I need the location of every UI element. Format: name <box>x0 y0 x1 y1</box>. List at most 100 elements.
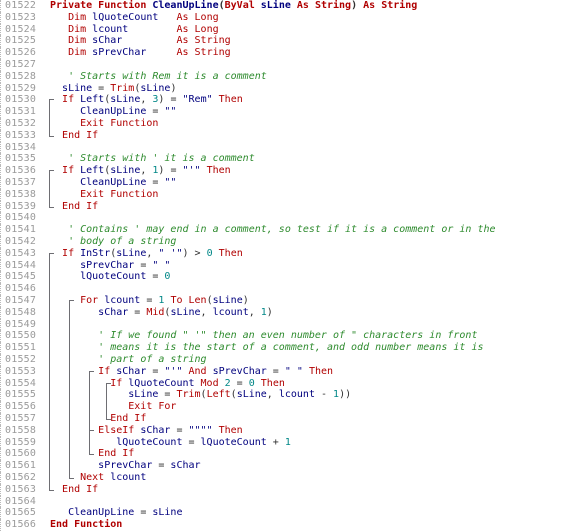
code-line[interactable]: 01565 CleanUpLine = sLine <box>0 507 562 520</box>
code-line[interactable]: 01542 ' body of a string <box>0 236 562 248</box>
code-line[interactable]: 01531 CleanUpLine = "" <box>0 106 562 118</box>
code-text[interactable]: If Left(sLine, 1) = "'" Then <box>62 165 231 177</box>
code-text[interactable]: End If <box>62 201 98 213</box>
code-line[interactable]: 01529 sLine = Trim(sLine) <box>0 82 562 95</box>
code-text[interactable]: sChar = Mid(sLine, lcount, 1) <box>98 307 273 319</box>
code-text[interactable]: End If <box>62 484 98 496</box>
code-line[interactable]: 01544 sPrevChar = " " <box>0 259 562 272</box>
code-line[interactable]: 01537 CleanUpLine = "" <box>0 177 562 189</box>
code-line[interactable]: 01526 Dim sPrevChar As String <box>0 47 562 59</box>
code-line[interactable]: 01551 ' means it is the start of a commen… <box>0 342 562 354</box>
code-line[interactable]: 01525 Dim sChar As String <box>0 35 562 48</box>
code-text[interactable]: Exit Function <box>80 118 158 130</box>
code-text[interactable]: ' Contains ' may end in a comment, so te… <box>68 224 495 236</box>
code-line[interactable]: 01540 <box>0 212 562 225</box>
code-line[interactable]: 01549 <box>0 318 562 331</box>
code-line[interactable]: 01538 Exit Function <box>0 188 562 201</box>
code-text[interactable]: Exit Function <box>80 189 158 201</box>
code-text[interactable]: Next lcount <box>80 472 146 484</box>
code-text[interactable]: Dim sChar As String <box>68 35 231 47</box>
code-line[interactable]: 01564 <box>0 495 562 508</box>
token-pl: - <box>314 389 334 401</box>
fold-guide-line[interactable] <box>69 300 70 478</box>
code-line[interactable]: 01528 ' Starts with Rem it is a comment <box>0 70 562 83</box>
code-line[interactable]: 01539 End If <box>0 200 562 213</box>
code-line[interactable]: 01522 Private Function CleanUpLine(ByVal … <box>0 0 562 12</box>
code-line[interactable]: 01548 sChar = Mid(sLine, lcount, 1) <box>0 306 562 319</box>
code-line[interactable]: 01563 End If <box>0 483 562 496</box>
code-line[interactable]: 01545 lQuoteCount = 0 <box>0 271 562 284</box>
code-text[interactable]: End If <box>98 448 134 460</box>
code-text[interactable]: For lcount = 1 To Len(sLine) <box>80 295 249 307</box>
code-line[interactable]: 01550 ' If we found " '" then an even num… <box>0 330 562 343</box>
code-text[interactable]: End Function <box>50 519 122 531</box>
code-text[interactable]: sLine = Trim(Left(sLine, lcount - 1)) <box>128 389 351 401</box>
code-line[interactable]: 01553 If sChar = "'" And sPrevChar = " " … <box>0 365 562 378</box>
code-line[interactable]: 01561 sPrevChar = sChar <box>0 460 562 472</box>
code-line[interactable]: 01566 End Function <box>0 519 562 531</box>
code-line[interactable]: 01533 End If <box>0 129 562 142</box>
line-number: 01541 <box>0 224 36 236</box>
code-text[interactable]: ElseIf sChar = """" Then <box>98 425 243 437</box>
code-text[interactable]: CleanUpLine = "" <box>80 106 176 118</box>
fold-guide-start-tick <box>106 382 111 384</box>
code-text[interactable]: ' means it is the start of a comment, an… <box>98 342 483 354</box>
code-text[interactable]: Dim sPrevChar As String <box>68 47 231 59</box>
code-line[interactable]: 01557 End If <box>0 413 562 425</box>
code-text[interactable]: Private Function CleanUpLine(ByVal sLine… <box>50 0 417 12</box>
code-line[interactable]: 01560 End If <box>0 448 562 461</box>
token-id: sChar <box>116 365 147 377</box>
token-id: sLine <box>110 165 141 177</box>
code-text[interactable]: Dim lcount As Long <box>68 24 219 36</box>
code-text[interactable]: ' part of a string <box>98 354 206 366</box>
code-text[interactable]: End If <box>110 413 146 425</box>
code-text[interactable]: sPrevChar = " " <box>80 260 170 272</box>
code-line[interactable]: 01552 ' part of a string <box>0 354 562 366</box>
fold-guide-line[interactable] <box>106 382 107 419</box>
code-text[interactable]: lQuoteCount = lQuoteCount + 1 <box>116 437 291 449</box>
code-text[interactable]: ' Starts with Rem it is a comment <box>68 71 267 83</box>
code-line[interactable]: 01535 ' Starts with ' it is a comment <box>0 153 562 166</box>
code-line[interactable]: 01523 Dim lQuoteCount As Long <box>0 11 562 24</box>
token-kw: As String <box>357 0 418 11</box>
code-line[interactable]: 01536 If Left(sLine, 1) = "'" Then <box>0 165 562 177</box>
fold-guide-line[interactable] <box>49 170 50 207</box>
code-line[interactable]: 01554 If lQuoteCount Mod 2 = 0 Then <box>0 377 562 390</box>
fold-guide-line[interactable] <box>49 252 50 490</box>
code-line[interactable]: 01556 Exit For <box>0 401 562 413</box>
code-text[interactable]: If sChar = "'" And sPrevChar = " " Then <box>98 366 333 378</box>
code-line[interactable]: 01532 Exit Function <box>0 118 562 130</box>
code-text[interactable]: ' If we found " '" then an even number o… <box>98 330 477 342</box>
code-text[interactable]: sPrevChar = sChar <box>98 460 200 472</box>
code-text[interactable]: If InStr(sLine, " '") > 0 Then <box>62 248 243 260</box>
code-line[interactable]: 01555 sLine = Trim(Left(sLine, lcount - 1… <box>0 389 562 402</box>
code-text[interactable]: End If <box>62 130 98 142</box>
fold-guide-line[interactable] <box>89 370 90 455</box>
code-text[interactable]: Exit For <box>128 401 176 413</box>
fold-guide-line[interactable] <box>49 99 50 136</box>
code-line[interactable]: 01546 <box>0 283 562 295</box>
code-text[interactable]: Dim lQuoteCount As Long <box>68 12 219 24</box>
code-line[interactable]: 01559 lQuoteCount = lQuoteCount + 1 <box>0 436 562 449</box>
code-text[interactable]: ' Starts with ' it is a comment <box>68 153 255 165</box>
code-text[interactable]: lQuoteCount = 0 <box>80 271 170 283</box>
token-kw: End If <box>110 413 147 424</box>
code-line[interactable]: 01534 <box>0 141 562 154</box>
code-line[interactable]: 01530 If Left(sLine, 3) = "Rem" Then <box>0 94 562 107</box>
code-editor-pane[interactable]: 01522 Private Function CleanUpLine(ByVal … <box>0 0 562 531</box>
code-line[interactable]: 01527 <box>0 59 562 71</box>
code-line[interactable]: 01562 Next lcount <box>0 472 562 484</box>
code-line[interactable]: 01541 ' Contains ' may end in a comment, … <box>0 224 562 236</box>
code-line[interactable]: 01543 If InStr(sLine, " '") > 0 Then <box>0 247 562 260</box>
code-text[interactable]: ' body of a string <box>68 236 176 248</box>
code-line[interactable]: 01524 Dim lcount As Long <box>0 23 562 36</box>
code-text[interactable]: If lQuoteCount Mod 2 = 0 Then <box>110 378 285 390</box>
code-text[interactable]: CleanUpLine = sLine <box>68 507 182 519</box>
line-number: 01526 <box>0 47 36 59</box>
code-text[interactable]: sLine = Trim(sLine) <box>62 83 176 95</box>
code-line[interactable]: 01547 For lcount = 1 To Len(sLine) <box>0 295 562 307</box>
code-line[interactable]: 01558 ElseIf sChar = """" Then <box>0 424 562 437</box>
code-text[interactable]: If Left(sLine, 3) = "Rem" Then <box>62 94 243 106</box>
code-text[interactable]: CleanUpLine = "" <box>80 177 176 189</box>
token-pl: , <box>266 389 279 401</box>
